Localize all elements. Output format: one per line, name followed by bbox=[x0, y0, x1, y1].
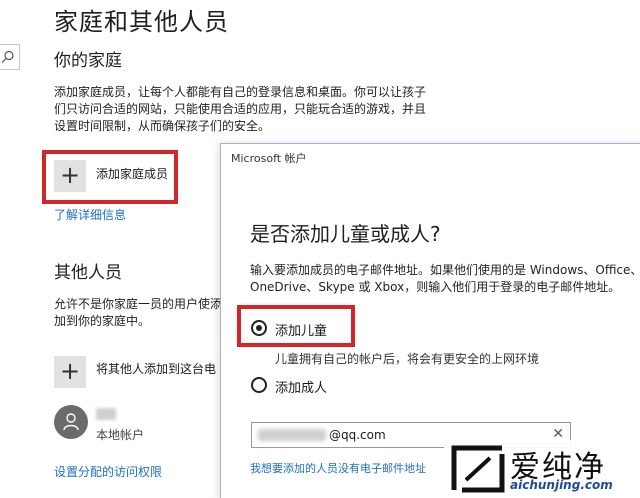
dialog-heading: 是否添加儿童或成人? bbox=[250, 222, 441, 246]
watermark: 爱纯净 aichunjing.com bbox=[444, 440, 640, 498]
dialog-description: 输入要添加成员的电子邮件地址。如果他们使用的是 Windows、Office、O… bbox=[250, 263, 640, 294]
assigned-access-link[interactable]: 设置分配的访问权限 bbox=[54, 463, 162, 480]
page-title: 家庭和其他人员 bbox=[54, 8, 229, 36]
search-icon bbox=[1, 50, 14, 63]
add-child-radio[interactable] bbox=[251, 320, 267, 336]
search-box[interactable] bbox=[0, 44, 20, 70]
other-people-description: 允许不是你家庭一员的用户使添加到你的家庭中。 bbox=[54, 297, 223, 328]
email-value: @qq.com bbox=[329, 428, 386, 442]
user-name-redacted bbox=[96, 408, 116, 420]
add-other-person-button[interactable]: + bbox=[54, 356, 86, 388]
learn-more-link[interactable]: 了解详细信息 bbox=[54, 206, 126, 223]
watermark-logo-icon bbox=[451, 445, 505, 493]
child-hint-text: 儿童拥有自己的帐户后，将会有更安全的上网环境 bbox=[275, 352, 540, 366]
no-email-link[interactable]: 我想要添加的人员没有电子邮件地址 bbox=[250, 460, 426, 476]
add-child-label[interactable]: 添加儿童 bbox=[275, 320, 327, 339]
person-icon bbox=[63, 413, 79, 431]
plus-icon: + bbox=[59, 357, 81, 385]
watermark-url: aichunjing.com bbox=[510, 478, 613, 492]
email-redacted bbox=[258, 429, 326, 441]
local-account-label: 本地帐户 bbox=[96, 428, 145, 442]
avatar[interactable] bbox=[54, 405, 88, 439]
dialog-title: Microsoft 帐户 bbox=[231, 152, 307, 165]
add-adult-radio[interactable] bbox=[251, 377, 267, 393]
highlight-box bbox=[42, 150, 178, 204]
your-family-heading: 你的家庭 bbox=[54, 51, 122, 71]
your-family-description: 添加家庭成员，让每个人都能有自己的登录信息和桌面。你可以让孩子们只访问合适的网站… bbox=[54, 85, 427, 133]
add-other-person-label[interactable]: 将其他人添加到这台电 bbox=[96, 360, 216, 377]
other-people-heading: 其他人员 bbox=[54, 263, 122, 283]
add-adult-label[interactable]: 添加成人 bbox=[275, 377, 327, 396]
